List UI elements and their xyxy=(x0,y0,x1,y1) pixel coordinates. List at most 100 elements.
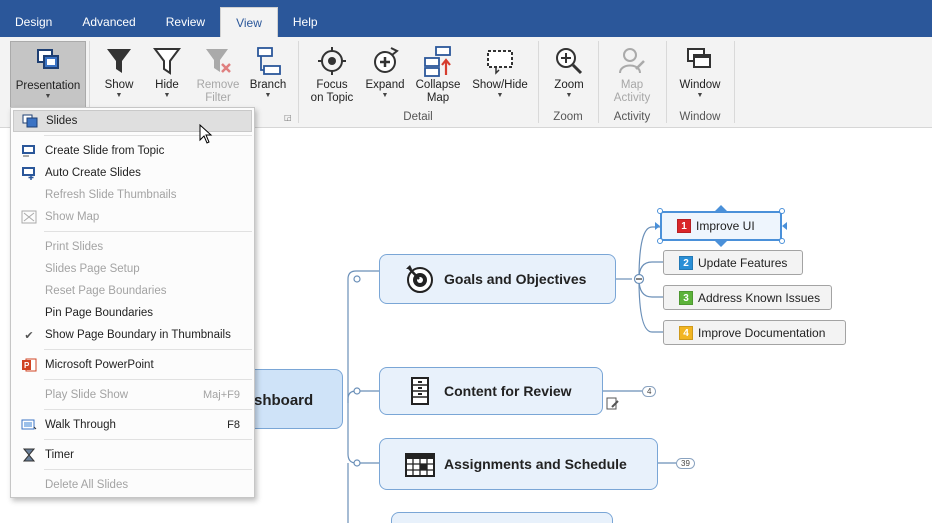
priority-2-icon: 2 xyxy=(679,255,693,270)
ribbon-tab-bar: Design Advanced Review View Help xyxy=(0,0,932,38)
target-icon xyxy=(406,265,433,293)
tab-advanced[interactable]: Advanced xyxy=(67,7,150,37)
presentation-button[interactable]: Presentation ▼ xyxy=(10,41,86,109)
menu-item-label: Reset Page Boundaries xyxy=(45,285,167,297)
zoom-label: Zoom xyxy=(554,79,584,91)
menu-item-delete-all-slides[interactable]: Delete All Slides xyxy=(13,474,252,496)
remove-filter-button[interactable]: Remove Filter xyxy=(194,41,242,109)
menu-item-page-setup[interactable]: Slides Page Setup xyxy=(13,258,252,280)
selection-handles[interactable] xyxy=(652,203,790,249)
subtopic-address-issues[interactable]: 3 Address Known Issues xyxy=(663,285,832,310)
menu-item-powerpoint[interactable]: P Microsoft PowerPoint xyxy=(13,354,252,376)
menu-item-walk-through[interactable]: Walk Through F8 xyxy=(13,414,252,436)
chevron-down-icon: ▼ xyxy=(44,93,52,100)
tab-help[interactable]: Help xyxy=(278,7,333,37)
collapsed-count-badge[interactable]: 39 xyxy=(676,458,695,469)
menu-item-refresh-thumbnails[interactable]: Refresh Slide Thumbnails xyxy=(13,184,252,206)
menu-item-shortcut: Maj+F9 xyxy=(203,389,240,401)
powerpoint-icon: P xyxy=(13,354,45,376)
map-activity-label-2: Activity xyxy=(613,92,651,104)
menu-item-label: Show Map xyxy=(45,211,100,223)
topic-assignments[interactable]: Assignments and Schedule xyxy=(379,438,658,490)
menu-item-create-slide[interactable]: Create Slide from Topic xyxy=(13,140,252,162)
subtopic-label: Address Known Issues xyxy=(698,290,821,305)
menu-item-slides[interactable]: Slides xyxy=(13,110,252,132)
presentation-dropdown-menu: Slides Create Slide from Topic Auto Crea… xyxy=(10,107,255,498)
central-topic[interactable]: shboard xyxy=(240,369,343,429)
topic-assignments-label: Assignments and Schedule xyxy=(444,456,627,472)
menu-item-label: Walk Through xyxy=(45,419,116,431)
hide-button[interactable]: Hide ▼ xyxy=(146,41,188,109)
tab-design[interactable]: Design xyxy=(0,7,67,37)
menu-separator xyxy=(44,379,252,380)
map-activity-button[interactable]: Map Activity xyxy=(606,41,658,109)
topic-goals[interactable]: Goals and Objectives xyxy=(379,254,616,304)
menu-separator xyxy=(44,469,252,470)
show-button[interactable]: Show ▼ xyxy=(97,41,141,109)
topic-content-label: Content for Review xyxy=(444,383,572,399)
focus-target-icon xyxy=(318,47,346,75)
menu-item-label: Show Page Boundary in Thumbnails xyxy=(45,329,231,341)
menu-item-pin-boundaries[interactable]: Pin Page Boundaries xyxy=(13,302,252,324)
focus-on-topic-button[interactable]: Focus on Topic xyxy=(306,41,358,109)
menu-item-shortcut: F8 xyxy=(227,419,240,431)
slides-icon xyxy=(14,110,46,132)
group-label-zoom: Zoom xyxy=(553,111,583,123)
menu-item-auto-create[interactable]: Auto Create Slides xyxy=(13,162,252,184)
group-launcher-icon[interactable]: ◲ xyxy=(284,113,292,122)
remove-filter-label-1: Remove xyxy=(196,79,240,91)
focus-label-2: on Topic xyxy=(310,92,354,104)
topic-content[interactable]: Content for Review xyxy=(379,367,603,415)
map-activity-icon xyxy=(619,48,645,74)
menu-item-label: Pin Page Boundaries xyxy=(45,307,154,319)
menu-item-show-boundary-thumbnails[interactable]: ✔ Show Page Boundary in Thumbnails xyxy=(13,324,252,346)
subtopic-improve-documentation[interactable]: 4 Improve Documentation xyxy=(663,320,846,345)
menu-item-label: Delete All Slides xyxy=(45,479,129,491)
menu-item-label: Microsoft PowerPoint xyxy=(45,359,154,371)
menu-item-print-slides[interactable]: Print Slides xyxy=(13,236,252,258)
filter-show-icon xyxy=(107,49,131,73)
collapsed-count-badge[interactable]: 4 xyxy=(642,386,657,397)
remove-filter-label-2: Filter xyxy=(205,92,231,104)
subtopic-update-features[interactable]: 2 Update Features xyxy=(663,250,803,275)
note-icon[interactable] xyxy=(606,397,620,411)
create-slide-icon xyxy=(13,140,45,162)
auto-create-icon xyxy=(13,162,45,184)
remove-filter-icon xyxy=(206,49,231,73)
show-label: Show xyxy=(104,79,134,91)
group-label-window: Window xyxy=(679,111,721,123)
hourglass-icon xyxy=(13,444,45,466)
menu-item-label: Create Slide from Topic xyxy=(45,145,165,157)
expand-button[interactable]: Expand ▼ xyxy=(362,41,408,109)
priority-4-icon: 4 xyxy=(679,325,693,340)
presentation-icon xyxy=(37,49,59,69)
collapse-map-icon xyxy=(424,46,451,77)
menu-item-reset-boundaries[interactable]: Reset Page Boundaries xyxy=(13,280,252,302)
tab-review[interactable]: Review xyxy=(151,7,220,37)
menu-item-label: Auto Create Slides xyxy=(45,167,141,179)
zoom-button[interactable]: Zoom ▼ xyxy=(546,41,592,109)
branch-button[interactable]: Branch ▼ xyxy=(246,41,290,109)
svg-text:P: P xyxy=(24,361,30,370)
collapse-label-1: Collapse xyxy=(415,79,461,91)
calendar-icon xyxy=(405,453,435,477)
central-topic-text: shboard xyxy=(254,392,314,409)
show-hide-button[interactable]: Show/Hide ▼ xyxy=(468,41,532,109)
collapse-label-2: Map xyxy=(426,92,450,104)
filter-hide-icon xyxy=(153,48,181,75)
chevron-down-icon: ▼ xyxy=(115,92,123,99)
menu-separator xyxy=(44,439,252,440)
window-button[interactable]: Window ▼ xyxy=(674,41,726,109)
map-activity-label-1: Map xyxy=(620,79,644,91)
expand-label: Expand xyxy=(365,79,405,91)
group-divider xyxy=(734,41,735,123)
menu-item-play-slide-show[interactable]: Play Slide Show Maj+F9 xyxy=(13,384,252,406)
show-hide-label: Show/Hide xyxy=(472,79,528,91)
tab-view[interactable]: View xyxy=(220,7,278,38)
collapse-map-button[interactable]: Collapse Map xyxy=(412,41,464,109)
menu-item-show-map[interactable]: Show Map xyxy=(13,206,252,228)
menu-item-timer[interactable]: Timer xyxy=(13,444,252,466)
topic-partial[interactable] xyxy=(391,512,613,523)
chevron-down-icon: ▼ xyxy=(696,92,704,99)
branch-icon xyxy=(257,47,281,75)
